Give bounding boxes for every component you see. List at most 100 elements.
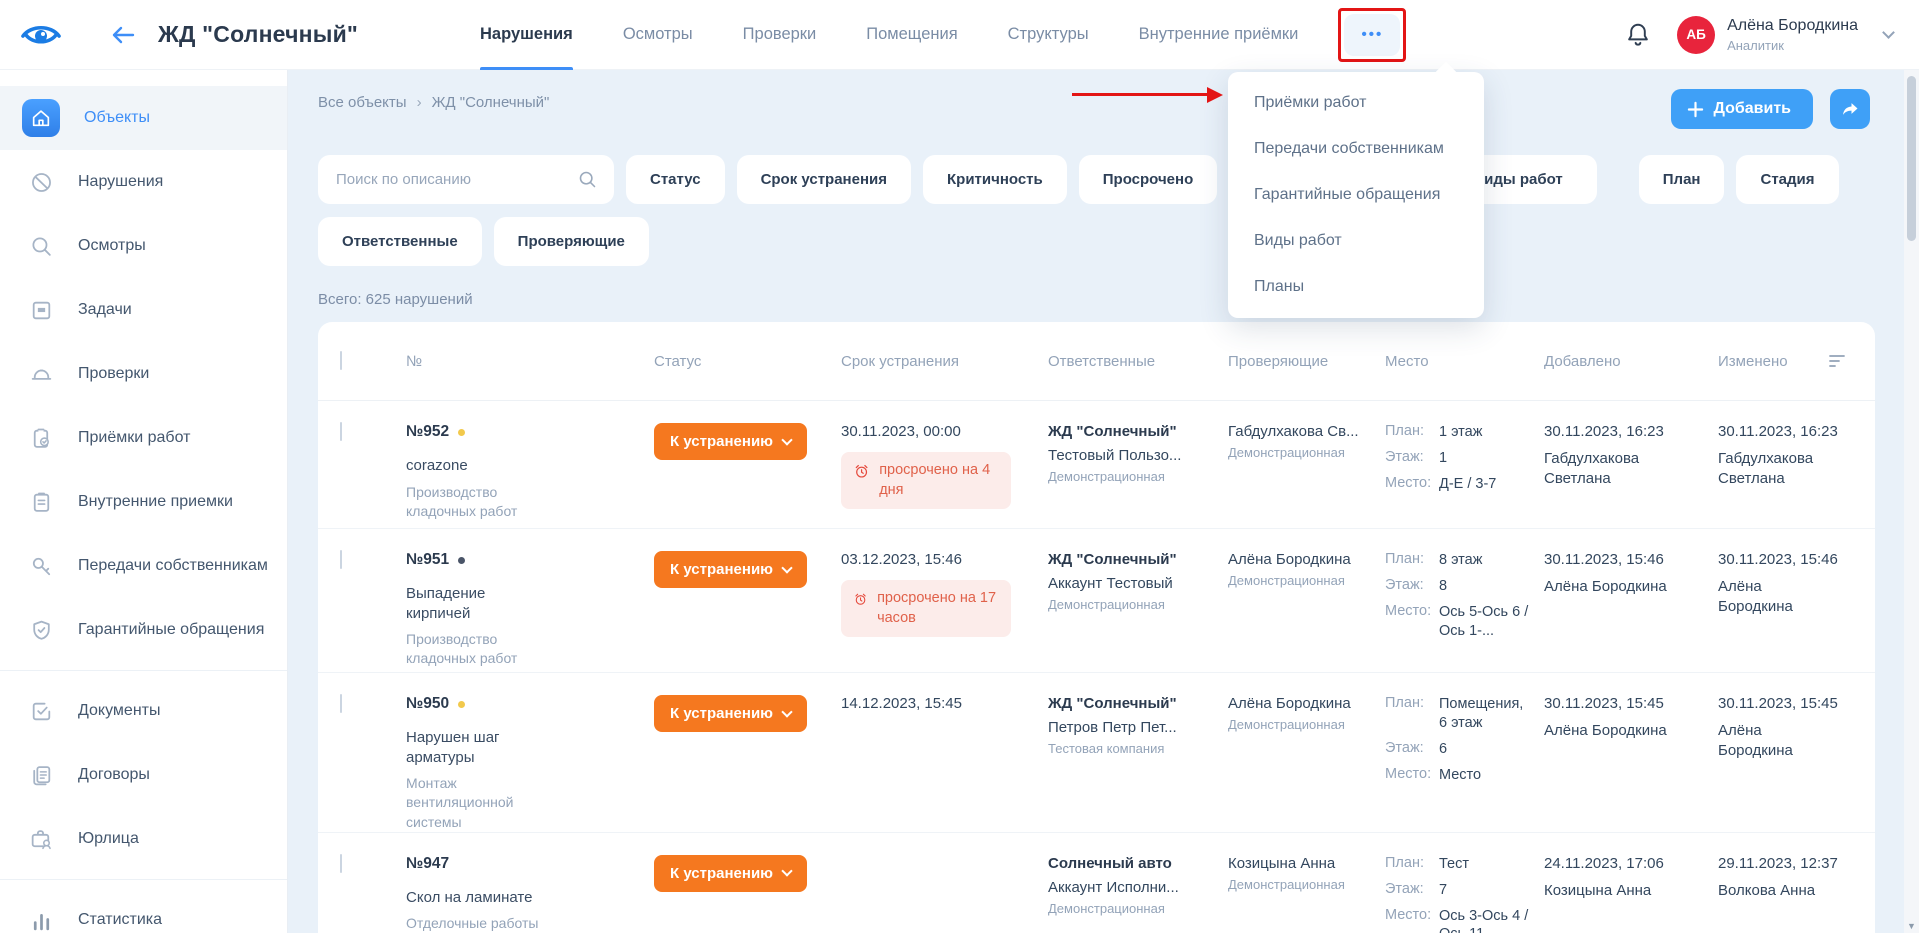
overdue-text: просрочено на 17 часов [877, 589, 999, 628]
status-dropdown-button[interactable]: К устранению [654, 855, 807, 892]
ban-circle-icon [28, 170, 54, 195]
filter-deadline[interactable]: Срок устранения [737, 155, 911, 204]
filter-inspectors[interactable]: Проверяющие [494, 217, 649, 266]
sidebar-item-checks[interactable]: Проверки [0, 342, 287, 406]
filter-overdue[interactable]: Просрочено [1079, 155, 1217, 204]
row-checkbox[interactable] [340, 854, 342, 873]
added-date: 30.11.2023, 15:46 [1544, 551, 1704, 568]
sidebar-item-objects[interactable]: Объекты [0, 86, 287, 150]
filter-responsible[interactable]: Ответственные [318, 217, 482, 266]
place-floor-value: 6 [1439, 740, 1530, 759]
share-button[interactable] [1830, 89, 1870, 129]
changed-date: 30.11.2023, 15:46 [1718, 551, 1839, 568]
responsible-company: Демонстрационная [1048, 901, 1214, 916]
sidebar-item-documents[interactable]: Документы [0, 679, 287, 743]
inspector-company: Демонстрационная [1228, 445, 1371, 460]
menu-item-warranty-claims[interactable]: Гарантийные обращения [1228, 172, 1484, 218]
col-place: Место [1385, 353, 1544, 370]
top-tabs: Нарушения Осмотры Проверки Помещения Стр… [480, 0, 1298, 70]
chevron-down-icon [781, 866, 792, 877]
scrollbar-thumb[interactable] [1907, 76, 1916, 241]
violation-row[interactable]: №952 corazone Производство кладочных раб… [318, 401, 1875, 529]
sidebar-divider [0, 879, 287, 880]
place-floor-value: 7 [1439, 881, 1530, 900]
overdue-badge: просрочено на 17 часов [841, 580, 1011, 637]
sidebar-item-statistics[interactable]: Статистика [0, 888, 287, 933]
row-checkbox[interactable] [340, 422, 342, 441]
row-checkbox[interactable] [340, 694, 342, 713]
briefcase-person-icon [28, 827, 54, 852]
sidebar-item-work-acceptances[interactable]: Приёмки работ [0, 406, 287, 470]
place-plan-label: План: [1385, 551, 1439, 570]
tab-internal-acceptances[interactable]: Внутренние приёмки [1139, 0, 1299, 70]
tab-violations[interactable]: Нарушения [480, 0, 573, 70]
violation-row[interactable]: №947 Скол на ламинате Отделочные работы … [318, 833, 1875, 933]
changed-by: Волкова Анна [1718, 881, 1839, 901]
notifications-bell-icon[interactable] [1625, 21, 1651, 48]
sidebar-item-contracts[interactable]: Договоры [0, 743, 287, 807]
filter-criticality[interactable]: Критичность [923, 155, 1067, 204]
sidebar-item-inspections[interactable]: Осмотры [0, 214, 287, 278]
select-all-checkbox[interactable] [340, 351, 342, 370]
tab-inspections[interactable]: Осмотры [623, 0, 693, 70]
user-menu[interactable]: АБ Алёна Бородкина Аналитик [1677, 16, 1893, 54]
menu-item-owner-transfers[interactable]: Передачи собственникам [1228, 126, 1484, 172]
violation-row[interactable]: №951 Выпадение кирпичей Производство кла… [318, 529, 1875, 673]
status-dropdown-button[interactable]: К устранению [654, 423, 807, 460]
violation-row[interactable]: №950 Нарушен шаг арматуры Монтаж вентиля… [318, 673, 1875, 833]
scrollbar-down-arrow[interactable]: ▼ [1904, 921, 1919, 931]
tab-structures[interactable]: Структуры [1008, 0, 1089, 70]
sidebar-item-owner-transfers[interactable]: Передачи собственникам [0, 534, 287, 598]
status-dropdown-button[interactable]: К устранению [654, 695, 807, 732]
added-date: 30.11.2023, 15:45 [1544, 695, 1704, 712]
sidebar-item-internal-acceptances[interactable]: Внутренние приемки [0, 470, 287, 534]
row-checkbox[interactable] [340, 550, 342, 569]
col-responsible: Ответственные [1048, 353, 1228, 370]
inspector-company: Демонстрационная [1228, 573, 1371, 588]
breadcrumb-all-objects[interactable]: Все объекты [318, 94, 407, 111]
violation-title: corazone [406, 456, 550, 476]
sort-icon[interactable] [1828, 353, 1846, 369]
clipboard-check-icon [28, 426, 54, 451]
sidebar-item-violations[interactable]: Нарушения [0, 150, 287, 214]
changed-date: 30.11.2023, 16:23 [1718, 423, 1839, 440]
added-date: 30.11.2023, 16:23 [1544, 423, 1704, 440]
responsible-user: Тестовый Пользо... [1048, 447, 1208, 464]
menu-item-plans[interactable]: Планы [1228, 264, 1484, 310]
menu-item-work-acceptances[interactable]: Приёмки работ [1228, 80, 1484, 126]
place-spot-label: Место: [1385, 475, 1439, 494]
violation-number: №951 [406, 551, 449, 569]
violation-worktype: Производство кладочных работ [406, 630, 550, 669]
filter-stage[interactable]: Стадия [1736, 155, 1838, 204]
filters-panel: Статус Срок устранения Критичность Проср… [318, 155, 1889, 266]
tab-checks[interactable]: Проверки [743, 0, 817, 70]
responsible-company: Демонстрационная [1048, 469, 1214, 484]
added-by: Козицына Анна [1544, 881, 1676, 901]
place-spot-label: Место: [1385, 907, 1439, 933]
sidebar-item-tasks[interactable]: Задачи [0, 278, 287, 342]
app-logo-eye-icon[interactable] [20, 20, 66, 50]
add-button[interactable]: Добавить [1671, 89, 1814, 129]
responsible-company: Тестовая компания [1048, 741, 1214, 756]
more-tabs-button[interactable]: ••• [1344, 14, 1400, 56]
square-check-icon [28, 699, 54, 724]
search-input[interactable] [318, 155, 614, 204]
vertical-scrollbar[interactable]: ▼ [1904, 70, 1919, 933]
magnifier-icon [28, 234, 54, 259]
changed-by: Алёна Бородкина [1718, 577, 1839, 618]
status-dropdown-button[interactable]: К устранению [654, 551, 807, 588]
back-arrow-icon[interactable] [110, 23, 136, 47]
changed-by: Габдулхакова Светлана [1718, 449, 1839, 490]
tab-premises[interactable]: Помещения [866, 0, 957, 70]
filter-plan[interactable]: План [1639, 155, 1725, 204]
inspector-company: Демонстрационная [1228, 717, 1371, 732]
sidebar-item-legal-entities[interactable]: Юрлица [0, 807, 287, 871]
menu-item-work-types[interactable]: Виды работ [1228, 218, 1484, 264]
breadcrumb-current-object[interactable]: ЖД "Солнечный" [432, 94, 550, 111]
place-spot-value: Место [1439, 766, 1530, 785]
place-floor-label: Этаж: [1385, 740, 1439, 759]
filter-status[interactable]: Статус [626, 155, 725, 204]
avatar[interactable]: АБ [1677, 16, 1715, 54]
sidebar-item-warranty-claims[interactable]: Гарантийные обращения [0, 598, 287, 662]
violation-worktype: Монтаж вентиляционной системы [406, 774, 550, 832]
